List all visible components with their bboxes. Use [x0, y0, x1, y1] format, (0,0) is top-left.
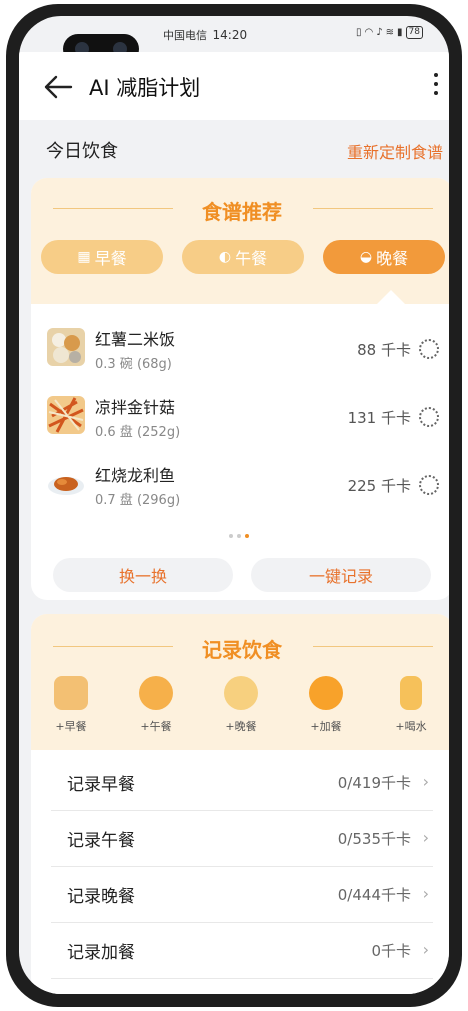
record-row-value: 0/419千卡: [337, 774, 411, 792]
app-header: AI 减脂计划: [19, 52, 449, 120]
carrier-label: 中国电信: [163, 29, 207, 42]
quick-add-label: +晚餐: [225, 720, 257, 733]
food-name: 凉拌金针菇: [95, 398, 176, 417]
quick-add-label: +早餐: [55, 720, 87, 733]
food-calories: 225 千卡: [347, 477, 411, 495]
chevron-right-icon: ›: [422, 828, 429, 847]
quick-add-label: +喝水: [395, 720, 427, 733]
battery-indicator: 78: [405, 26, 423, 39]
drumstick-icon: ◐: [218, 249, 232, 265]
back-arrow-icon[interactable]: [43, 74, 73, 100]
record-row-value: 0千卡: [371, 942, 411, 960]
chevron-right-icon: ›: [422, 940, 429, 959]
status-bar: 中国电信 14:20 ▯ ◠ ♪ ≋ ▮ 78: [19, 16, 449, 64]
page-dot-active: [245, 534, 249, 538]
record-row-value: 0/444千卡: [337, 886, 411, 904]
record-row-label: 记录晚餐: [67, 887, 135, 907]
recipe-section-title: 食谱推荐: [202, 200, 282, 224]
record-row-label: 记录早餐: [67, 775, 135, 795]
bread-icon: ▦: [77, 249, 91, 265]
record-snack-row[interactable]: 记录加餐 0千卡 ›: [51, 922, 433, 979]
food-item: 凉拌金针菇 0.6 盘 (252g) 131 千卡: [31, 390, 449, 450]
tab-label: 晚餐: [376, 249, 409, 268]
food-item: 红薯二米饭 0.3 碗 (68g) 88 千卡: [31, 322, 449, 382]
one-click-record-button[interactable]: 一键记录: [251, 558, 431, 592]
food-quantity: 0.3 碗 (68g): [95, 357, 172, 372]
record-row-label: 记录午餐: [67, 831, 135, 851]
noodle-bowl-icon: [224, 676, 258, 710]
quick-add-label: +午餐: [140, 720, 172, 733]
quick-add-label: +加餐: [310, 720, 342, 733]
screen: 中国电信 14:20 ▯ ◠ ♪ ≋ ▮ 78 AI 减脂计划 今日饮食 重新定…: [19, 16, 449, 994]
tab-dinner[interactable]: ◒ 晚餐: [323, 240, 445, 274]
quick-add-water[interactable]: +喝水: [381, 676, 441, 734]
food-photo: [47, 464, 85, 502]
refresh-icon[interactable]: [419, 407, 439, 427]
record-row-value: 0/535千卡: [337, 830, 411, 848]
page-dot: [229, 534, 233, 538]
swap-button[interactable]: 换一换: [53, 558, 233, 592]
page-title: AI 减脂计划: [89, 76, 201, 100]
record-dinner-row[interactable]: 记录晚餐 0/444千卡 ›: [51, 866, 433, 923]
tab-label: 早餐: [94, 249, 127, 268]
page-dot: [237, 534, 241, 538]
bowl-icon: ◒: [359, 249, 373, 265]
wifi-icon: ≋: [385, 27, 395, 38]
food-name: 红烧龙利鱼: [95, 466, 176, 485]
quick-add-snack[interactable]: +加餐: [296, 676, 356, 734]
tab-lunch[interactable]: ◐ 午餐: [182, 240, 304, 274]
quick-add-lunch[interactable]: +午餐: [126, 676, 186, 734]
record-lunch-row[interactable]: 记录午餐 0/535千卡 ›: [51, 810, 433, 867]
chevron-right-icon: ›: [422, 772, 429, 791]
phone-frame: 中国电信 14:20 ▯ ◠ ♪ ≋ ▮ 78 AI 减脂计划 今日饮食 重新定…: [6, 4, 462, 1007]
tab-label: 午餐: [235, 249, 268, 268]
tab-breakfast[interactable]: ▦ 早餐: [41, 240, 163, 274]
status-time: 14:20: [212, 28, 248, 42]
today-label: 今日饮食: [46, 141, 118, 162]
food-photo: [47, 396, 85, 434]
status-icons: ▯ ◠ ♪ ≋ ▮ 78: [356, 26, 423, 39]
record-section-title: 记录饮食: [202, 638, 282, 662]
refresh-icon[interactable]: [419, 339, 439, 359]
chicken-leg-icon: [139, 676, 173, 710]
food-calories: 88 千卡: [357, 341, 411, 359]
food-item: 红烧龙利鱼 0.7 盘 (296g) 225 千卡: [31, 458, 449, 518]
headset-icon: ◠: [364, 27, 374, 38]
record-breakfast-row[interactable]: 记录早餐 0/419千卡 ›: [51, 754, 433, 811]
quick-add-dinner[interactable]: +晚餐: [211, 676, 271, 734]
title-rule-right: [313, 208, 433, 209]
recipe-card-header: 食谱推荐 ▦ 早餐 ◐ 午餐 ◒ 晚餐: [31, 178, 449, 304]
recipe-card: 食谱推荐 ▦ 早餐 ◐ 午餐 ◒ 晚餐 红薯二米饭 0.3 碗 (68g) 88…: [31, 178, 449, 600]
food-quantity: 0.7 盘 (296g): [95, 493, 181, 508]
record-row-label: 记录加餐: [67, 943, 135, 963]
customize-recipe-link[interactable]: 重新定制食谱: [347, 139, 443, 163]
title-rule-right: [313, 646, 433, 647]
status-left: 中国电信 14:20: [163, 27, 247, 43]
tab-pointer: [377, 290, 405, 304]
page-indicator: [229, 534, 249, 538]
refresh-icon[interactable]: [419, 475, 439, 495]
food-calories: 131 千卡: [347, 409, 411, 427]
bottle-icon: [400, 676, 422, 710]
more-options-icon[interactable]: [429, 68, 443, 104]
record-card-header: 记录饮食 +早餐 +午餐 +晚餐 +加餐 +喝水: [31, 614, 449, 750]
orange-icon: [309, 676, 343, 710]
record-card: 记录饮食 +早餐 +午餐 +晚餐 +加餐 +喝水 记录早餐 0/419千卡 › …: [31, 614, 449, 994]
food-photo: [47, 328, 85, 366]
chevron-right-icon: ›: [422, 884, 429, 903]
today-section-header: 今日饮食 重新定制食谱: [19, 120, 449, 178]
toast-icon: [54, 676, 88, 710]
signal-icon: ▮: [397, 27, 403, 38]
vibrate-icon: ▯: [356, 27, 362, 38]
quick-add-breakfast[interactable]: +早餐: [41, 676, 101, 734]
food-quantity: 0.6 盘 (252g): [95, 425, 181, 440]
mute-icon: ♪: [376, 27, 383, 38]
food-name: 红薯二米饭: [95, 330, 176, 349]
